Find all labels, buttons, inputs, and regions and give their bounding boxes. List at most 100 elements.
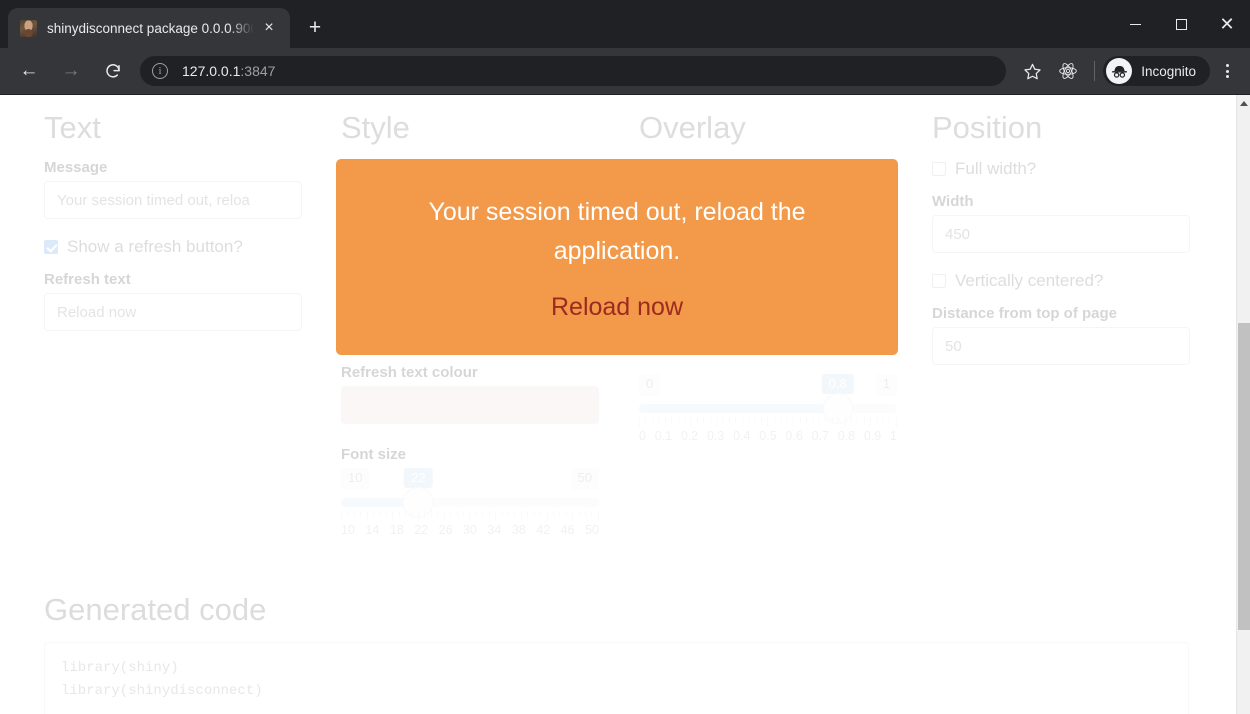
generated-code-section: Generated code library(shiny) library(sh… [44, 592, 1189, 714]
section-style-heading: Style [341, 110, 410, 145]
tick-label: 0.1 [654, 429, 673, 444]
refresh-text-label: Refresh text [44, 271, 131, 289]
three-dots-icon[interactable] [1212, 56, 1242, 86]
star-icon[interactable] [1017, 56, 1047, 86]
refresh-colour-label: Refresh text colour [341, 364, 478, 382]
refresh-text-input[interactable]: Reload now [44, 293, 302, 332]
distance-from-top-label: Distance from top of page [932, 305, 1118, 323]
full-width-label: Full width? [955, 159, 1037, 179]
tick-label: 42 [536, 523, 551, 538]
overlay-opacity-captions: 0 0.8 1 [639, 374, 897, 397]
profile-chip[interactable]: Incognito [1103, 56, 1210, 86]
tick-label: 30 [463, 523, 477, 538]
tick-label: 46 [560, 523, 575, 538]
tick-label: 0.7 [811, 429, 829, 444]
font-size-tick-labels: 10 14 18 22 26 30 34 38 42 46 50 [341, 523, 599, 537]
overlay-opacity-fill [639, 404, 838, 414]
address-bar[interactable]: i 127.0.0.1:3847 [140, 56, 1007, 86]
tick-label: 18 [389, 523, 404, 538]
overlay-opacity-tick-labels: 0 0.1 0.2 0.3 0.4 0.5 0.6 0.7 0.8 0.9 1 [639, 429, 897, 443]
scrollbar-thumb[interactable] [1238, 323, 1250, 630]
scrollbar-up-arrow-icon[interactable] [1237, 95, 1250, 111]
toolbar-divider [1094, 61, 1096, 81]
url-host: 127.0.0.1 [182, 63, 241, 79]
tab-title: shinydisconnect package 0.0.0.9000 [47, 20, 254, 36]
forward-button[interactable]: → [54, 54, 88, 88]
vertically-centered-checkbox[interactable] [932, 274, 946, 289]
profile-label: Incognito [1141, 63, 1196, 79]
font-size-slider-captions: 10 22 50 [341, 468, 599, 491]
refresh-colour-swatch[interactable] [341, 386, 599, 425]
minimize-button[interactable] [1112, 0, 1158, 48]
tick-label: 0.8 [837, 429, 856, 444]
tick-label: 14 [365, 523, 380, 538]
font-size-label: Font size [341, 446, 407, 464]
tab-strip: shinydisconnect package 0.0.0.9000 × + [0, 0, 332, 48]
vertically-centered-label: Vertically centered? [955, 271, 1104, 291]
section-text-heading: Text [44, 110, 101, 145]
font-size-ticks [341, 511, 599, 522]
overlay-opacity-track[interactable] [639, 393, 897, 425]
browser-window: shinydisconnect package 0.0.0.9000 × + ✕… [0, 0, 1250, 714]
show-refresh-label: Show a refresh button? [67, 237, 243, 257]
reload-now-button[interactable]: Reload now [551, 293, 683, 322]
section-position-heading: Position [932, 110, 1043, 145]
page-viewport: Text Message Your session timed out, rel… [0, 95, 1250, 714]
full-width-checkbox-row[interactable]: Full width? [932, 159, 1190, 179]
overlay-opacity-ticks [639, 417, 897, 428]
tab-favicon-icon [20, 19, 37, 37]
reload-button[interactable] [96, 54, 130, 88]
browser-titlebar: shinydisconnect package 0.0.0.9000 × + ✕ [0, 0, 1250, 48]
new-tab-button[interactable]: + [298, 11, 332, 45]
tick-label: 10 [341, 523, 355, 538]
tick-label: 50 [585, 523, 599, 538]
incognito-hat-icon [1106, 58, 1133, 84]
back-button[interactable]: ← [12, 54, 46, 88]
tick-label: 0.5 [759, 429, 777, 444]
window-controls: ✕ [1112, 0, 1250, 48]
close-button[interactable]: ✕ [1204, 0, 1250, 48]
message-label: Message [44, 159, 108, 177]
font-size-min-label: 10 [341, 468, 370, 491]
distance-from-top-input[interactable]: 50 [932, 327, 1190, 366]
page-scrollbar[interactable] [1236, 95, 1250, 714]
tick-label: 26 [438, 523, 453, 538]
width-input[interactable]: 450 [932, 215, 1190, 254]
overlay-opacity-value-bubble: 0.8 [821, 374, 854, 394]
tick-label: 0.3 [706, 429, 725, 444]
section-text: Text Message Your session timed out, rel… [44, 109, 302, 349]
shiny-app-page: Text Message Your session timed out, rel… [0, 95, 1236, 714]
tab-close-icon[interactable]: × [258, 17, 280, 39]
font-size-max-label: 50 [570, 468, 599, 491]
tick-label: 38 [511, 523, 526, 538]
generated-code-heading: Generated code [44, 592, 267, 627]
tick-label: 0.4 [733, 429, 751, 444]
tick-label: 1 [889, 429, 897, 444]
message-input[interactable]: Your session timed out, reloa [44, 181, 302, 220]
overlay-opacity-slider[interactable]: 0 0.8 1 0 0.1 0.2 0.3 0.4 0.5 0.6 0.7 0.… [639, 374, 897, 443]
browser-tab[interactable]: shinydisconnect package 0.0.0.9000 × [8, 8, 290, 48]
vertically-centered-checkbox-row[interactable]: Vertically centered? [932, 271, 1190, 291]
browser-toolbar: ← → i 127.0.0.1:3847 Incognito [0, 48, 1250, 95]
font-size-track[interactable] [341, 487, 599, 519]
tick-label: 0.6 [785, 429, 803, 444]
disconnect-modal-message: Your session timed out, reload the appli… [428, 197, 806, 265]
overlay-opacity-max-label: 1 [875, 374, 897, 397]
show-refresh-checkbox-row[interactable]: Show a refresh button? [44, 237, 302, 257]
react-extension-icon[interactable] [1053, 56, 1083, 86]
generated-code-box[interactable]: library(shiny) library(shinydisconnect) [44, 642, 1189, 714]
disconnect-modal: Your session timed out, reload the appli… [336, 159, 898, 355]
section-position: Position Full width? Width 450 Verticall… [932, 109, 1190, 383]
font-size-value-bubble: 22 [404, 468, 433, 488]
font-size-slider[interactable]: 10 22 50 10 14 18 22 26 30 34 38 42 46 5… [341, 468, 599, 537]
overlay-opacity-min-label: 0 [639, 374, 661, 397]
site-info-icon[interactable]: i [152, 63, 168, 79]
tick-label: 22 [414, 523, 429, 538]
show-refresh-checkbox[interactable] [44, 240, 58, 255]
width-label: Width [932, 193, 974, 211]
maximize-button[interactable] [1158, 0, 1204, 48]
address-bar-url: 127.0.0.1:3847 [182, 63, 275, 79]
tick-label: 0.9 [863, 429, 882, 444]
tick-label: 0.2 [680, 429, 699, 444]
full-width-checkbox[interactable] [932, 162, 946, 177]
